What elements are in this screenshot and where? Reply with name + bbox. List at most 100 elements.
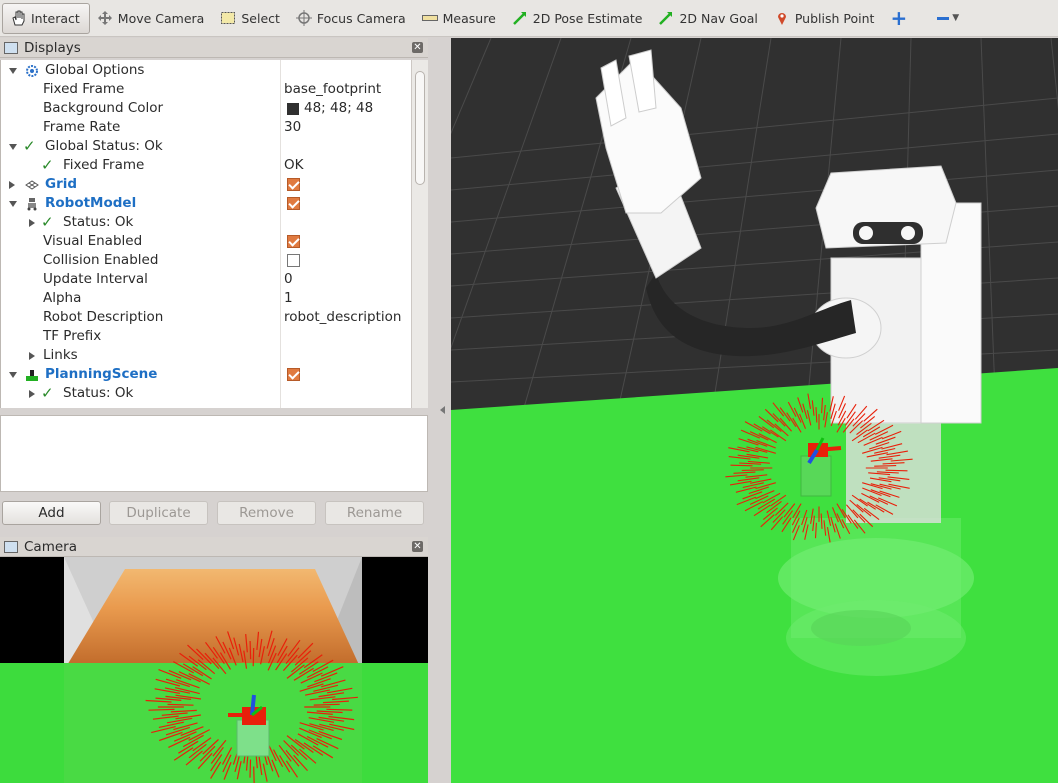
tree-row[interactable]: ✓ Status: Ok	[1, 384, 411, 403]
tree-row[interactable]: ✓ Global Status: Ok	[1, 137, 411, 156]
close-icon[interactable]: ✕	[412, 541, 423, 552]
tree-row-label: PlanningScene	[45, 366, 158, 382]
tree-row[interactable]: Links	[1, 346, 411, 365]
expand-down-icon[interactable]	[9, 372, 17, 378]
tree-row-value[interactable]: 0	[284, 270, 293, 289]
move-camera-icon	[97, 10, 113, 26]
tree-row-label: Status: Ok	[63, 214, 134, 230]
tool-label: Focus Camera	[316, 10, 406, 26]
tool-2d-pose-estimate[interactable]: 2D Pose Estimate	[505, 3, 652, 34]
add-tool-button[interactable]: +	[883, 3, 916, 34]
camera-view[interactable]	[0, 557, 428, 783]
monitor-icon	[4, 41, 18, 54]
grasp-arrow	[249, 640, 252, 660]
tree-row-value[interactable]: 30	[284, 118, 301, 137]
enable-checkbox[interactable]	[287, 235, 300, 248]
expand-down-icon[interactable]	[9, 68, 17, 74]
tree-row[interactable]: Visual Enabled	[1, 232, 411, 251]
tree-row[interactable]: PlanningScene	[1, 365, 411, 384]
enable-checkbox[interactable]	[287, 368, 300, 381]
grasp-arrow	[167, 703, 194, 706]
3d-render-view[interactable]	[451, 38, 1058, 783]
tool-select[interactable]: Select	[213, 3, 289, 34]
tree-row[interactable]: Collision Enabled	[1, 251, 411, 270]
tool-label: Interact	[31, 10, 80, 26]
tool-measure[interactable]: Measure	[415, 3, 505, 34]
tree-row-label: Fixed Frame	[43, 81, 125, 97]
camera-image	[0, 557, 428, 783]
tree-row-value[interactable]: 48; 48; 48	[304, 99, 373, 118]
expand-right-icon[interactable]	[29, 352, 35, 360]
scrollbar-thumb[interactable]	[415, 71, 425, 185]
grasp-arrow	[326, 708, 353, 711]
tree-row[interactable]: Alpha 1	[1, 289, 411, 308]
tree-row[interactable]: Global Options	[1, 61, 411, 80]
color-swatch[interactable]	[287, 103, 299, 115]
add-button[interactable]: Add	[2, 501, 101, 525]
tree-row-value[interactable]: base_footprint	[284, 80, 381, 99]
tool-focus-camera[interactable]: Focus Camera	[289, 3, 415, 34]
expand-right-icon[interactable]	[29, 390, 35, 398]
tree-row[interactable]: Grid	[1, 175, 411, 194]
status-ok-check-icon: ✓	[41, 156, 54, 174]
enable-checkbox[interactable]	[287, 254, 300, 267]
grasp-arrow	[253, 766, 255, 783]
tree-row[interactable]: Background Color 48; 48; 48	[1, 99, 411, 118]
green-arrow-icon	[658, 10, 674, 26]
tree-row-label: Alpha	[43, 290, 82, 306]
displays-scrollbar[interactable]	[411, 60, 428, 408]
tree-row-label: Collision Enabled	[43, 252, 159, 268]
tree-row-label: Background Color	[43, 100, 164, 116]
tree-row[interactable]: TF Prefix	[1, 327, 411, 346]
status-ok-check-icon: ✓	[23, 137, 36, 155]
tool-2d-nav-goal[interactable]: 2D Nav Goal	[651, 3, 766, 34]
tree-row[interactable]: Update Interval 0	[1, 270, 411, 289]
enable-checkbox[interactable]	[287, 197, 300, 210]
tree-row-label: Grid	[45, 176, 78, 192]
tree-row-value[interactable]: robot_description	[284, 308, 401, 327]
hand-icon	[10, 10, 26, 26]
tree-row-label: Global Status: Ok	[45, 138, 163, 154]
grasp-arrow	[885, 469, 908, 472]
3d-scene	[451, 38, 1058, 783]
close-icon[interactable]: ✕	[412, 42, 423, 53]
expand-right-icon[interactable]	[29, 219, 35, 227]
tool-interact[interactable]: Interact	[2, 2, 90, 34]
tool-publish-point[interactable]: Publish Point	[767, 3, 884, 34]
expand-down-icon[interactable]	[9, 144, 17, 150]
panel-splitter[interactable]	[428, 38, 451, 783]
main-toolbar: Interact Move Camera Select Focus Camera Mea…	[0, 0, 1058, 37]
remove-button[interactable]: Remove	[217, 501, 316, 525]
expand-right-icon[interactable]	[9, 181, 15, 189]
plus-icon: +	[890, 6, 908, 30]
grasp-arrow	[148, 708, 175, 711]
remove-tool-button[interactable]: ▼	[916, 3, 968, 34]
tree-row[interactable]: Fixed Frame base_footprint	[1, 80, 411, 99]
tree-row[interactable]: ✓ Fixed Frame OK	[1, 156, 411, 175]
tree-row[interactable]: ✓ Status: Ok	[1, 213, 411, 232]
status-ok-check-icon: ✓	[41, 384, 54, 402]
tree-row[interactable]: Frame Rate 30	[1, 118, 411, 137]
grasp-arrow	[741, 469, 764, 471]
tree-row[interactable]: RobotModel	[1, 194, 411, 213]
tree-row-label: Global Options	[45, 62, 145, 78]
tree-row-label: Robot Description	[43, 309, 164, 325]
tree-row-value[interactable]: OK	[284, 156, 303, 175]
camera-panel-header: Camera ✕	[0, 537, 428, 557]
tree-row-value[interactable]: 1	[284, 289, 293, 308]
duplicate-button[interactable]: Duplicate	[109, 501, 208, 525]
enable-checkbox[interactable]	[287, 178, 300, 191]
displays-panel-title: Displays	[24, 39, 81, 56]
tree-row-label: Frame Rate	[43, 119, 121, 135]
collapse-arrow-icon[interactable]	[440, 406, 445, 414]
tool-move-camera[interactable]: Move Camera	[90, 3, 214, 34]
column-divider	[280, 60, 281, 408]
expand-down-icon[interactable]	[9, 201, 17, 207]
grasp-arrow	[249, 759, 252, 778]
tree-row[interactable]: Robot Description robot_description	[1, 308, 411, 327]
camera-icon	[4, 540, 18, 553]
tool-label: Measure	[442, 10, 496, 26]
rename-button[interactable]: Rename	[325, 501, 424, 525]
camera-panel-title: Camera	[24, 538, 77, 555]
grasp-arrow	[313, 703, 340, 706]
